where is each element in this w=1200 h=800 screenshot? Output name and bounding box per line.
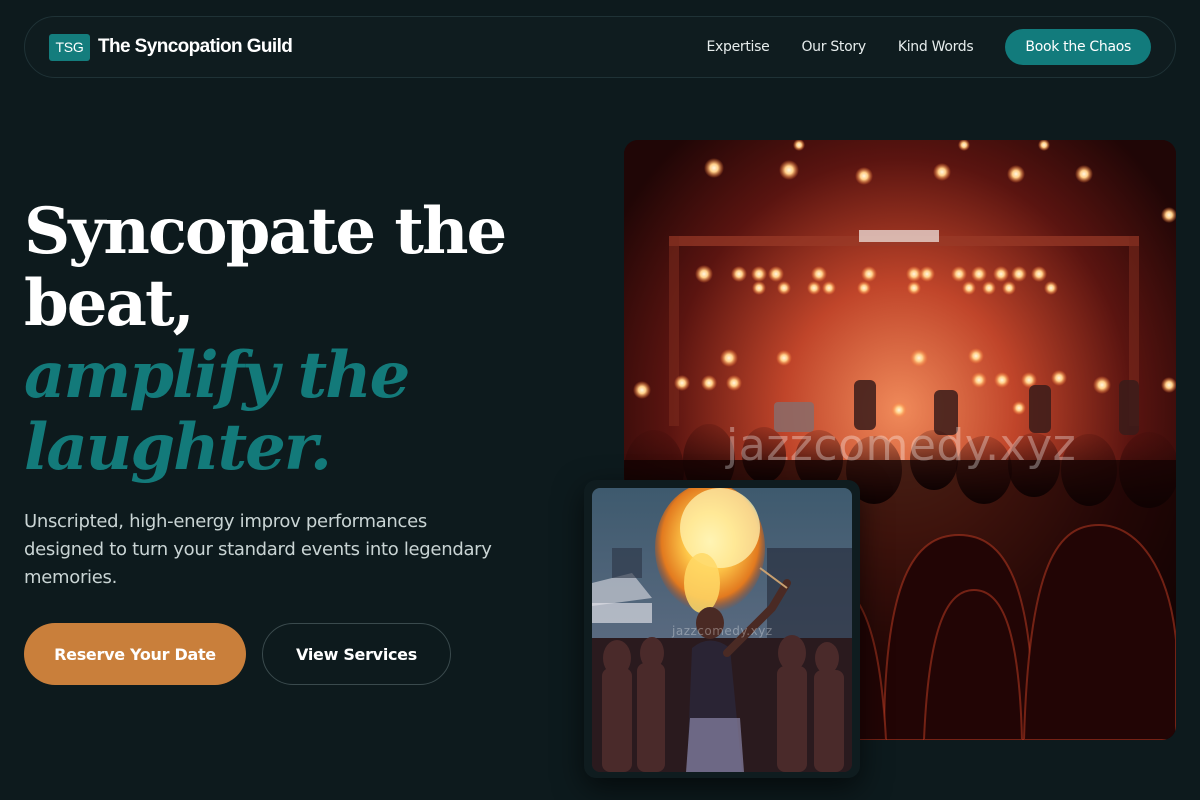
- fire-photo-card: jazzcomedy.xyz: [584, 480, 860, 778]
- logo-badge: TSG: [49, 33, 90, 61]
- book-button[interactable]: Book the Chaos: [1005, 29, 1151, 65]
- brand-logo[interactable]: TSG The Syncopation Guild: [49, 33, 293, 61]
- brand-name: The Syncopation Guild: [98, 36, 293, 57]
- fire-photo: jazzcomedy.xyz: [592, 488, 852, 772]
- headline-line1: Syncopate the beat,: [24, 194, 507, 341]
- nav-link-expertise[interactable]: Expertise: [706, 39, 769, 55]
- headline-accent: amplify the laughter.: [24, 338, 410, 485]
- landing-page: TSG The Syncopation Guild Expertise Our …: [0, 0, 1200, 800]
- fire-photo-illustration: [592, 488, 852, 772]
- hero-headline: Syncopate the beat, amplify the laughter…: [24, 196, 584, 484]
- nav-link-our-story[interactable]: Our Story: [801, 39, 866, 55]
- hero-subtext: Unscripted, high-energy improv performan…: [24, 511, 492, 588]
- top-navbar: TSG The Syncopation Guild Expertise Our …: [24, 16, 1176, 78]
- view-services-button[interactable]: View Services: [262, 623, 451, 685]
- nav-link-kind-words[interactable]: Kind Words: [898, 39, 974, 55]
- nav-links: Expertise Our Story Kind Words Book the …: [706, 29, 1151, 65]
- reserve-date-button[interactable]: Reserve Your Date: [24, 623, 246, 685]
